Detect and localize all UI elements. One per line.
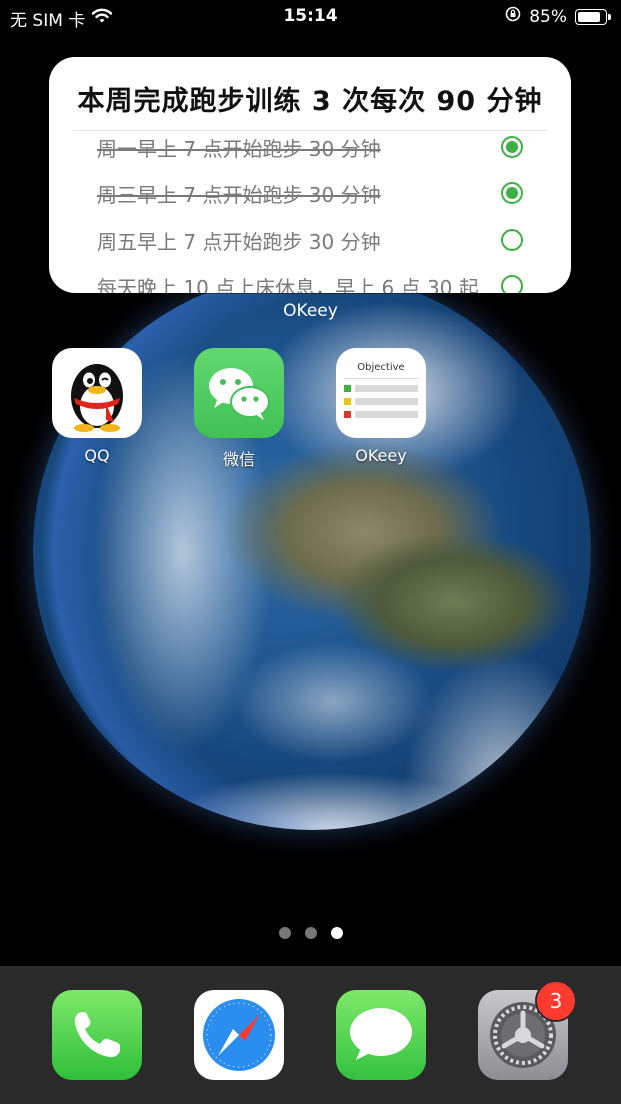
wechat-icon <box>194 348 284 438</box>
status-right: 85% <box>505 6 611 27</box>
widget-title: 本周完成跑步训练 3 次每次 90 分钟 <box>77 86 543 117</box>
app-okeey[interactable]: Objective OKeey <box>335 348 427 465</box>
page-dot[interactable] <box>278 927 291 939</box>
okeey-widget[interactable]: 本周完成跑步训练 3 次每次 90 分钟 周一早上 7 点开始跑步 30 分钟 … <box>49 57 571 293</box>
widget-divider <box>73 130 547 131</box>
task-checkbox[interactable] <box>501 275 523 293</box>
task-checkbox[interactable] <box>501 229 523 251</box>
battery-fill <box>578 11 601 22</box>
battery-percent: 85% <box>529 6 567 27</box>
task-item[interactable]: 周五早上 7 点开始跑步 30 分钟 <box>97 225 523 255</box>
phone-icon <box>52 990 142 1080</box>
battery-icon <box>575 8 611 25</box>
task-text: 周一早上 7 点开始跑步 30 分钟 <box>97 136 381 161</box>
app-label: QQ <box>84 446 110 465</box>
task-checkbox[interactable] <box>501 136 523 158</box>
task-text: 每天晚上 10 点上床休息，早上 6 点 30 起 <box>97 275 479 294</box>
task-item[interactable]: 周一早上 7 点开始跑步 30 分钟 <box>97 132 523 162</box>
qq-penguin-icon <box>52 348 142 438</box>
app-wechat[interactable]: 微信 <box>193 348 285 470</box>
task-item[interactable]: 周三早上 7 点开始跑步 30 分钟 <box>97 178 523 208</box>
dock: 3 <box>0 966 621 1104</box>
status-bar: 无 SIM 卡 15:14 85% <box>0 0 621 34</box>
messages-bubble-icon <box>336 990 426 1080</box>
orientation-lock-icon <box>505 6 521 27</box>
dock-app-messages[interactable] <box>335 990 427 1080</box>
page-dot[interactable] <box>304 927 317 939</box>
dock-app-safari[interactable] <box>193 990 285 1080</box>
okeey-objective-icon: Objective <box>336 348 426 438</box>
page-indicator[interactable] <box>0 927 621 939</box>
task-item[interactable]: 每天晚上 10 点上床休息，早上 6 点 30 起 <box>97 271 523 293</box>
task-text: 周五早上 7 点开始跑步 30 分钟 <box>97 229 381 254</box>
notification-badge: 3 <box>535 980 577 1022</box>
task-text: 周三早上 7 点开始跑步 30 分钟 <box>97 182 381 207</box>
okeey-icon-caption: Objective <box>357 362 405 373</box>
app-label: 微信 <box>222 450 255 469</box>
page-dot[interactable] <box>330 927 343 939</box>
app-label: OKeey <box>355 446 407 465</box>
dock-app-phone[interactable] <box>51 990 143 1080</box>
safari-compass-icon <box>194 990 284 1080</box>
app-qq[interactable]: QQ <box>51 348 143 465</box>
task-checkbox[interactable] <box>501 182 523 204</box>
dock-app-settings[interactable]: 3 <box>477 980 577 1080</box>
widget-app-label: OKeey <box>283 301 338 321</box>
